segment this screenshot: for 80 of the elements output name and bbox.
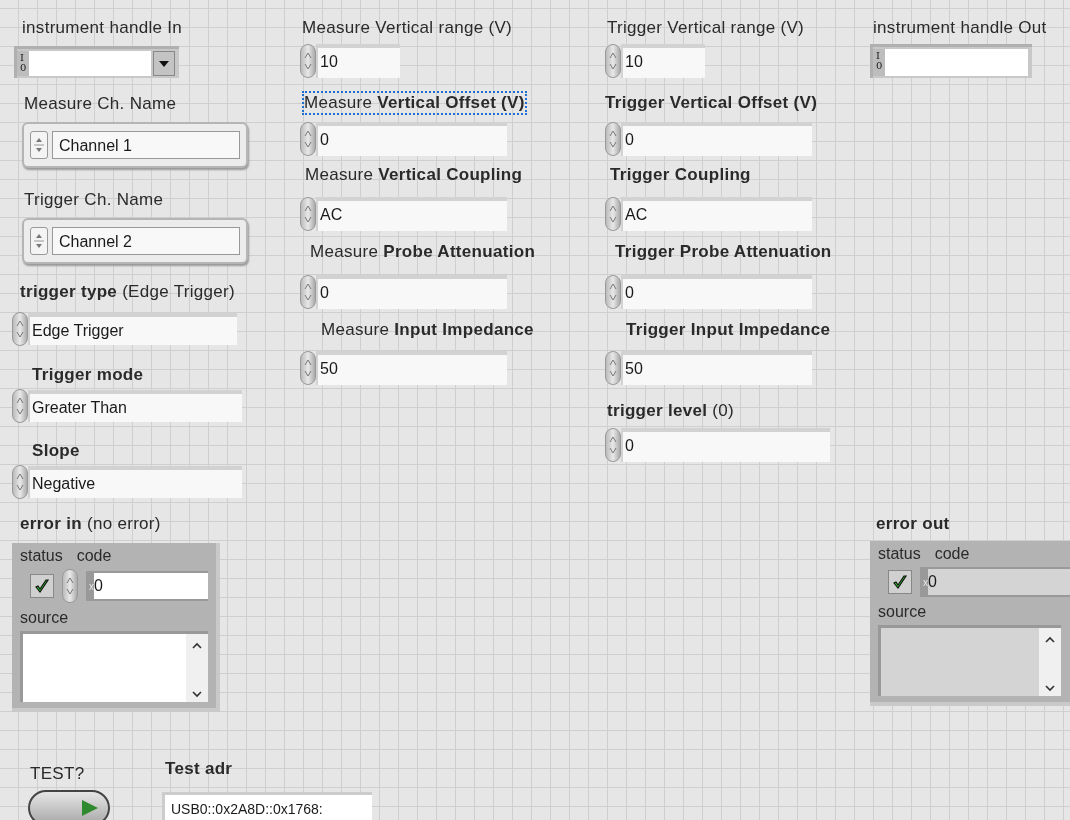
- value-field[interactable]: 50: [621, 351, 812, 385]
- control-label: Measure Ch. Name: [23, 93, 178, 115]
- spinner[interactable]: [30, 227, 48, 255]
- value-field[interactable]: AC: [316, 197, 507, 231]
- address-field[interactable]: USB0::0x2A8D::0x1768:: [162, 792, 372, 820]
- value-field[interactable]: 0: [316, 275, 507, 309]
- control-label: Trigger Vertical Offset (V): [604, 92, 819, 114]
- control-label: Measure Vertical Coupling: [304, 164, 524, 186]
- value-field[interactable]: 0: [621, 428, 830, 462]
- cluster-label: error in (no error): [19, 513, 162, 535]
- control-label: instrument handle Out: [872, 17, 1048, 39]
- code-label: code: [76, 547, 112, 565]
- scroll-up-icon[interactable]: [1045, 636, 1055, 643]
- value-field[interactable]: 0: [316, 122, 507, 156]
- value-field[interactable]: 0: [621, 275, 812, 309]
- control-label: Measure Vertical Offset (V): [302, 91, 527, 115]
- resource-field[interactable]: [29, 51, 151, 76]
- control-label: trigger level (0): [606, 400, 735, 422]
- spinner[interactable]: [300, 122, 316, 156]
- control-label: Measure Input Impedance: [320, 319, 535, 341]
- control-label: Trigger Ch. Name: [23, 189, 165, 211]
- channel-selector[interactable]: Channel 2: [22, 218, 248, 264]
- caret-icon: [159, 60, 169, 67]
- status-checkbox[interactable]: [30, 574, 54, 598]
- value-field[interactable]: 0: [621, 122, 812, 156]
- status-label: status: [20, 547, 63, 565]
- code-label: code: [934, 545, 970, 563]
- control-label: trigger type (Edge Trigger): [19, 281, 236, 303]
- spinner[interactable]: [605, 428, 621, 462]
- dropdown-button[interactable]: [153, 51, 175, 76]
- value-field[interactable]: AC: [621, 197, 812, 231]
- control-label: Trigger Vertical range (V): [606, 17, 806, 39]
- control-label: Trigger Probe Attenuation: [614, 241, 833, 263]
- value-field[interactable]: Greater Than: [28, 390, 242, 422]
- io-prefix: I 0: [17, 51, 30, 76]
- code-field: 0: [928, 569, 1070, 595]
- radix-marker: x: [89, 580, 94, 592]
- spinner[interactable]: [605, 351, 621, 385]
- control-label: Measure Probe Attenuation: [309, 241, 537, 263]
- channel-selector[interactable]: Channel 1: [22, 122, 248, 168]
- radix-marker: x: [923, 576, 928, 588]
- spinner[interactable]: [12, 465, 28, 499]
- field-label: Test adr: [164, 758, 234, 780]
- spinner[interactable]: [605, 122, 621, 156]
- spinner[interactable]: [300, 275, 316, 309]
- source-field[interactable]: [20, 631, 208, 702]
- scroll-down-icon[interactable]: [192, 691, 202, 698]
- check-icon: [34, 578, 50, 594]
- play-icon: [80, 799, 100, 817]
- spinner[interactable]: [62, 569, 78, 603]
- value-field[interactable]: 50: [316, 351, 507, 385]
- control-label: Trigger mode: [31, 364, 145, 386]
- spinner[interactable]: [605, 197, 621, 231]
- control-label: Measure Vertical range (V): [301, 17, 513, 39]
- source-label: source: [878, 603, 928, 621]
- control-label: Trigger Input Impedance: [625, 319, 832, 341]
- cluster-label: error out: [875, 513, 951, 535]
- value-field[interactable]: 10: [316, 44, 400, 78]
- button-label: TEST?: [29, 763, 86, 785]
- control-label: Trigger Coupling: [609, 164, 752, 186]
- scroll-down-icon[interactable]: [1045, 685, 1055, 692]
- spinner[interactable]: [30, 131, 48, 159]
- spinner[interactable]: [12, 312, 28, 346]
- value-field[interactable]: Edge Trigger: [28, 313, 237, 345]
- control-label: instrument handle In: [21, 17, 184, 39]
- value-field[interactable]: Negative: [28, 466, 242, 498]
- code-field[interactable]: 0: [94, 573, 208, 599]
- status-label: status: [878, 545, 921, 563]
- spinner[interactable]: [605, 44, 621, 78]
- spinner[interactable]: [12, 389, 28, 423]
- scroll-up-icon[interactable]: [192, 642, 202, 649]
- spinner[interactable]: [300, 44, 316, 78]
- source-label: source: [20, 609, 70, 627]
- control-label: Slope: [31, 440, 81, 462]
- spinner[interactable]: [605, 275, 621, 309]
- spinner[interactable]: [300, 351, 316, 385]
- spinner[interactable]: [300, 197, 316, 231]
- value-field[interactable]: 10: [621, 44, 705, 78]
- io-prefix: I 0: [873, 49, 886, 76]
- test-button[interactable]: [28, 790, 110, 820]
